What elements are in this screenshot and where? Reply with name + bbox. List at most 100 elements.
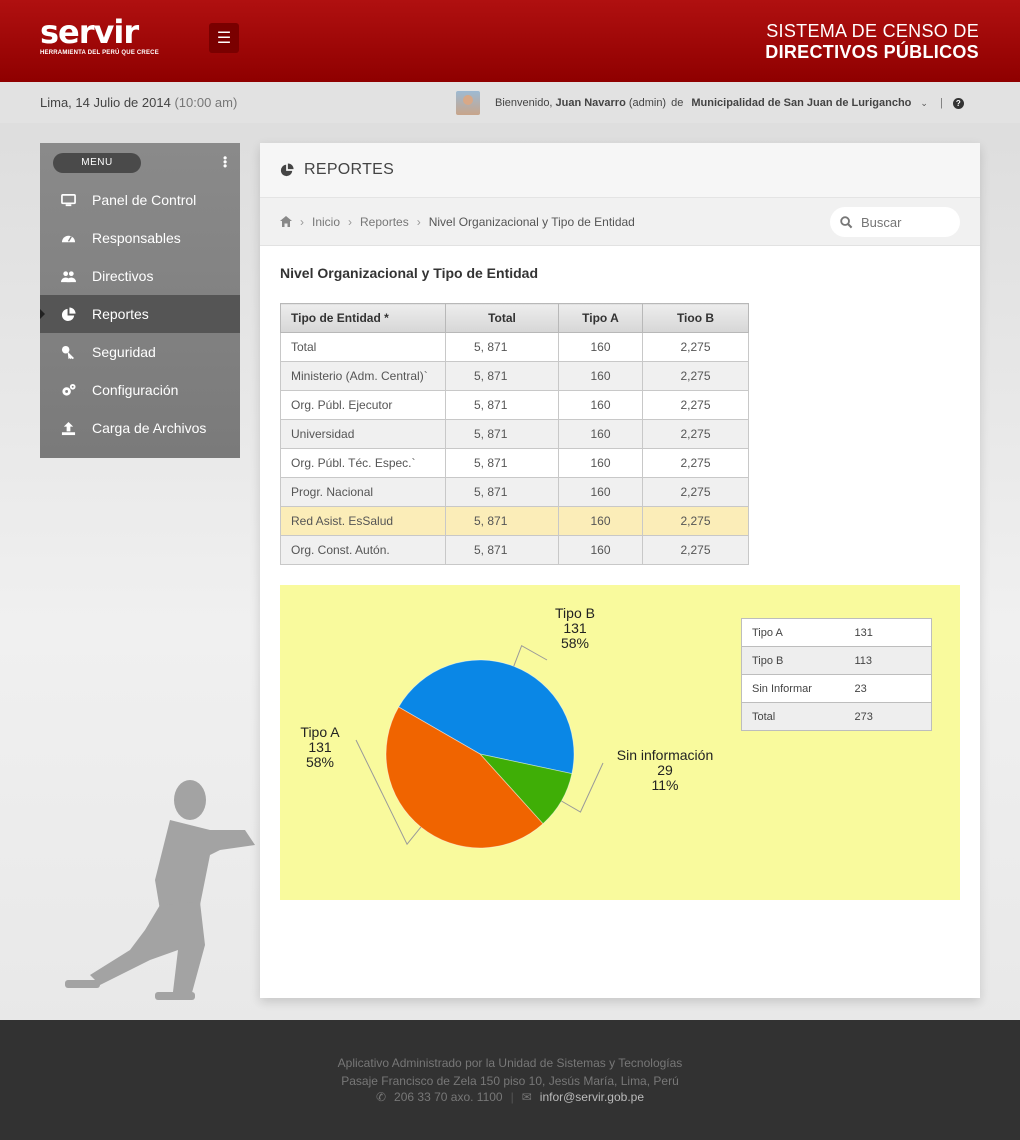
sidebar-item-responsables[interactable]: Responsables bbox=[40, 219, 240, 257]
kebab-menu-icon[interactable]: • • • bbox=[223, 152, 227, 172]
summary-cell: 113 bbox=[846, 646, 932, 675]
table-cell: 5, 871 bbox=[445, 332, 559, 362]
current-date: Lima, 14 Julio de 2014 (10:00 am) bbox=[40, 95, 237, 110]
user-role: (admin) bbox=[628, 97, 667, 109]
sidebar-nav: Panel de Control Responsables Directivos… bbox=[40, 181, 240, 447]
table-row: Org. Públ. Téc. Espec.` 5, 871 160 2,275 bbox=[280, 448, 749, 478]
logo-tagline: HERRAMIENTA DEL PERÚ QUE CRECE bbox=[40, 50, 159, 56]
summary-cell: Sin Informar bbox=[741, 674, 847, 703]
organization-selector[interactable]: Municipalidad de San Juan de Lurigancho bbox=[691, 97, 911, 109]
pie-slice-label: 11% bbox=[652, 777, 679, 793]
pie-slice-label: 131 bbox=[563, 620, 587, 636]
search-box[interactable] bbox=[830, 207, 960, 237]
pie-chart-icon bbox=[280, 163, 294, 177]
sidebar-item-carga-de-archivos[interactable]: Carga de Archivos bbox=[40, 409, 240, 447]
pie-slice-label: 58% bbox=[561, 635, 589, 651]
pie-leader-line bbox=[513, 645, 548, 667]
summary-cell: Tipo A bbox=[741, 618, 847, 647]
breadcrumb: › Inicio › Reportes › Nivel Organizacion… bbox=[260, 198, 980, 246]
table-header-row: Tipo de Entidad * Total Tipo A Tioo B bbox=[280, 303, 749, 333]
table-cell: 5, 871 bbox=[445, 419, 559, 449]
pie-chart-icon bbox=[40, 306, 92, 322]
table-cell: 160 bbox=[558, 506, 643, 536]
table-cell: 2,275 bbox=[642, 361, 749, 391]
dashboard-icon bbox=[40, 231, 92, 246]
chevron-right-icon: › bbox=[416, 214, 421, 229]
pie-slice-label: Tipo B bbox=[555, 605, 595, 621]
table-cell: 5, 871 bbox=[445, 390, 559, 420]
table-cell: Org. Públ. Téc. Espec.` bbox=[280, 448, 446, 478]
search-input[interactable] bbox=[861, 214, 951, 230]
table-cell: 2,275 bbox=[642, 535, 749, 565]
breadcrumb-reportes[interactable]: Reportes bbox=[360, 215, 409, 229]
pie-slice-label: Tipo A bbox=[300, 724, 340, 740]
sidebar: MENU • • • Panel de Control Responsables D… bbox=[40, 143, 240, 458]
chevron-down-icon[interactable]: ⌄ bbox=[920, 98, 928, 109]
summary-row: Total 273 bbox=[741, 702, 932, 731]
table-cell: 2,275 bbox=[642, 506, 749, 536]
footer: Aplicativo Administrado por la Unidad de… bbox=[0, 1020, 1020, 1140]
info-bar: Lima, 14 Julio de 2014 (10:00 am) Bienve… bbox=[0, 82, 1020, 123]
table-row: Universidad 5, 871 160 2,275 bbox=[280, 419, 749, 449]
home-icon[interactable] bbox=[280, 216, 292, 227]
avatar[interactable] bbox=[456, 91, 480, 115]
gears-icon bbox=[40, 383, 92, 398]
of-text: de bbox=[671, 97, 684, 109]
key-icon bbox=[40, 345, 92, 360]
table-cell: 160 bbox=[558, 332, 643, 362]
sidebar-item-panel-de-control[interactable]: Panel de Control bbox=[40, 181, 240, 219]
table-cell: 160 bbox=[558, 477, 643, 507]
summary-cell: 131 bbox=[846, 618, 932, 647]
pie-slice-label: Sin información bbox=[617, 747, 714, 763]
table-cell: Ministerio (Adm. Central)` bbox=[280, 361, 446, 391]
table-cell: Total bbox=[280, 332, 446, 362]
welcome-text: Bienvenido, bbox=[495, 97, 553, 109]
phone-icon: ✆ bbox=[375, 1090, 387, 1104]
help-icon[interactable]: ? bbox=[952, 97, 964, 109]
footer-email[interactable]: infor@servir.gob.pe bbox=[540, 1090, 644, 1104]
table-cell: Universidad bbox=[280, 419, 446, 449]
sidebar-item-configuracion[interactable]: Configuración bbox=[40, 371, 240, 409]
sidebar-item-label: Responsables bbox=[92, 230, 181, 246]
table-cell: 160 bbox=[558, 535, 643, 565]
top-header: servir HERRAMIENTA DEL PERÚ QUE CRECE ☰ … bbox=[0, 0, 1020, 82]
breadcrumb-current: Nivel Organizacional y Tipo de Entidad bbox=[428, 214, 635, 229]
chevron-right-icon: › bbox=[300, 214, 304, 229]
table-cell: 5, 871 bbox=[445, 535, 559, 565]
sidebar-item-seguridad[interactable]: Seguridad bbox=[40, 333, 240, 371]
servir-logo[interactable]: servir HERRAMIENTA DEL PERÚ QUE CRECE bbox=[40, 16, 159, 56]
summary-cell: 273 bbox=[846, 702, 932, 731]
column-header[interactable]: Tioo B bbox=[642, 303, 749, 333]
column-header[interactable]: Total bbox=[445, 303, 559, 333]
time-text: (10:00 am) bbox=[174, 95, 238, 110]
table-cell: 2,275 bbox=[642, 477, 749, 507]
table-cell: 2,275 bbox=[642, 448, 749, 478]
breadcrumb-inicio[interactable]: Inicio bbox=[312, 215, 340, 229]
main-panel: REPORTES › Inicio › Reportes › Nivel Org… bbox=[260, 143, 980, 998]
table-row: Total 5, 871 160 2,275 bbox=[280, 332, 749, 362]
sidebar-item-label: Directivos bbox=[92, 268, 154, 284]
table-cell: 5, 871 bbox=[445, 477, 559, 507]
column-header[interactable]: Tipo A bbox=[558, 303, 643, 333]
logo-text: servir bbox=[40, 13, 139, 51]
table-row: Org. Const. Autón. 5, 871 160 2,275 bbox=[280, 535, 749, 565]
hamburger-icon[interactable]: ☰ bbox=[209, 23, 239, 53]
sidebar-item-directivos[interactable]: Directivos bbox=[40, 257, 240, 295]
summary-row: Tipo B 113 bbox=[741, 646, 932, 675]
sidebar-item-label: Seguridad bbox=[92, 344, 156, 360]
report-table: Tipo de Entidad * Total Tipo A Tioo B To… bbox=[280, 303, 749, 565]
panel-header: REPORTES bbox=[260, 143, 980, 198]
sidebar-item-reportes[interactable]: Reportes bbox=[40, 295, 240, 333]
system-title-line2: DIRECTIVOS PÚBLICOS bbox=[765, 42, 979, 62]
system-title-line1: SISTEMA DE CENSO DE bbox=[766, 21, 979, 41]
summary-cell: Tipo B bbox=[741, 646, 847, 675]
column-header[interactable]: Tipo de Entidad * bbox=[280, 303, 446, 333]
table-row: Progr. Nacional 5, 871 160 2,275 bbox=[280, 477, 749, 507]
upload-icon bbox=[40, 421, 92, 436]
table-row: Org. Públ. Ejecutor 5, 871 160 2,275 bbox=[280, 390, 749, 420]
summary-table: Tipo A 131 Tipo B 113 Sin Informar 23 Total 273 bbox=[741, 618, 932, 731]
table-cell: 2,275 bbox=[642, 419, 749, 449]
pie-slice-label: 131 bbox=[308, 739, 332, 755]
sidebar-item-label: Panel de Control bbox=[92, 192, 197, 208]
footer-phone: 206 33 70 axo. 1100 bbox=[394, 1090, 503, 1104]
